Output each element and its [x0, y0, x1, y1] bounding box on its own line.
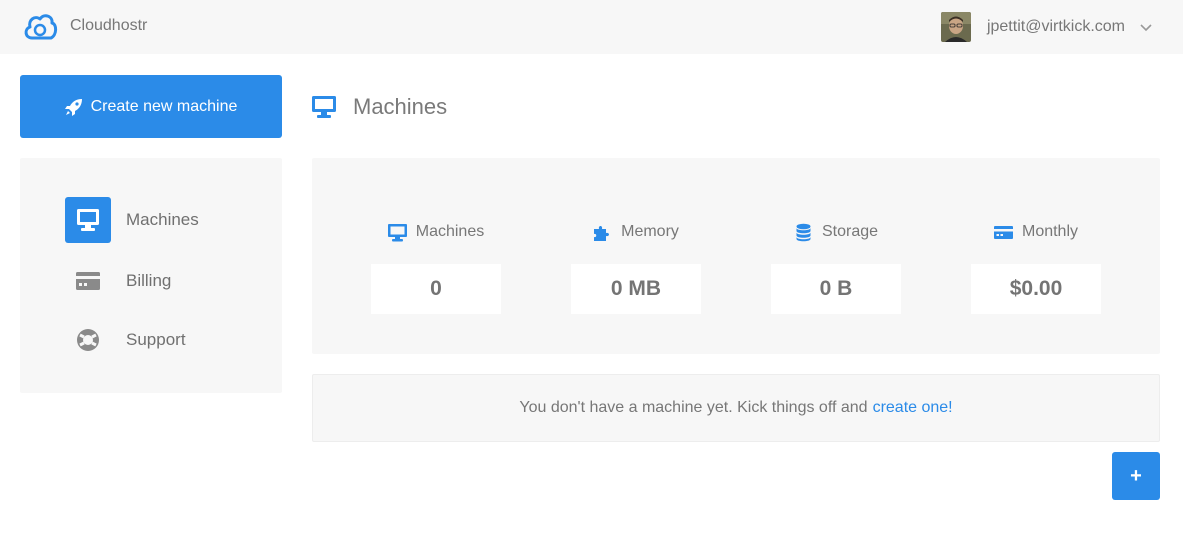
page-header: Machines — [312, 92, 447, 122]
credit-card-icon — [993, 225, 1013, 239]
rocket-icon — [64, 98, 82, 116]
cloud-logo-icon — [24, 14, 58, 40]
add-machine-button[interactable]: + — [1112, 452, 1160, 500]
stat-label: Monthly — [1021, 223, 1079, 240]
monitor-icon — [77, 209, 99, 231]
puzzle-icon — [594, 225, 610, 241]
stat-storage: Storage 0 B — [771, 220, 901, 314]
user-avatar — [940, 12, 971, 42]
stat-label: Memory — [621, 223, 679, 240]
stat-memory: Memory 0 MB — [571, 220, 701, 314]
sidebar-item-label: Machines — [126, 210, 199, 229]
stat-value: 0 MB — [571, 264, 701, 314]
sidebar-icon-box — [65, 317, 111, 363]
user-email: jpettit@virtkick.com — [986, 18, 1125, 35]
stat-monthly: Monthly $0.00 — [971, 220, 1101, 314]
create-button-label: Create new machine — [90, 97, 238, 115]
top-navbar: Cloudhostr jpettit@virtkick.com — [0, 0, 1183, 54]
monitor-icon — [387, 223, 407, 241]
database-icon — [796, 223, 811, 241]
empty-state-text: You don't have a machine yet. Kick thing… — [519, 399, 868, 416]
sidebar-item-machines[interactable]: Machines — [65, 197, 199, 243]
create-one-link[interactable]: create one! — [873, 399, 953, 417]
page-title: Machines — [353, 94, 448, 119]
credit-card-icon — [76, 272, 100, 290]
monitor-icon — [312, 96, 336, 118]
app-name: Cloudhostr — [70, 17, 148, 34]
sidebar-item-support[interactable]: Support — [65, 317, 186, 363]
stat-header: Machines — [371, 220, 501, 244]
stat-machines: Machines 0 — [371, 220, 501, 314]
stat-value: 0 — [371, 264, 501, 314]
create-new-machine-button[interactable]: Create new machine — [20, 75, 282, 138]
sidebar: Machines Billing Support — [20, 158, 282, 393]
stat-header: Memory — [571, 220, 701, 244]
stat-header: Storage — [771, 220, 901, 244]
sidebar-icon-box — [65, 197, 111, 243]
stats-panel: Machines 0 Memory 0 MB Storage 0 B Month… — [312, 158, 1160, 354]
chevron-down-icon — [1140, 24, 1152, 32]
sidebar-item-billing[interactable]: Billing — [65, 258, 171, 304]
sidebar-icon-box — [65, 258, 111, 304]
stat-label: Storage — [821, 223, 879, 240]
brand[interactable]: Cloudhostr — [22, 10, 147, 44]
stat-value: 0 B — [771, 264, 901, 314]
stat-label: Machines — [415, 223, 485, 240]
stat-value: $0.00 — [971, 264, 1101, 314]
stat-header: Monthly — [971, 220, 1101, 244]
sidebar-item-label: Support — [126, 330, 186, 349]
sidebar-item-label: Billing — [126, 271, 172, 290]
user-menu[interactable]: jpettit@virtkick.com — [940, 12, 1153, 42]
lifebuoy-icon — [77, 329, 99, 351]
empty-state-message: You don't have a machine yet. Kick thing… — [312, 374, 1160, 442]
